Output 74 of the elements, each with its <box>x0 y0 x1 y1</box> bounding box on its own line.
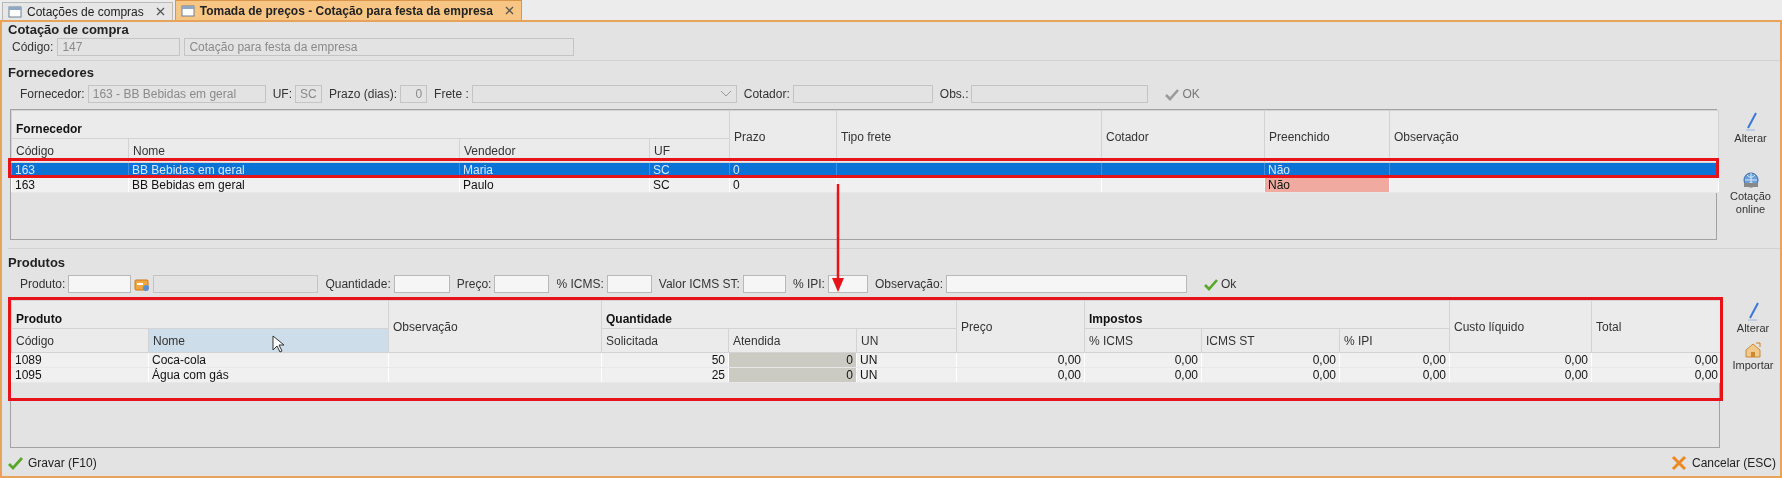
text-field[interactable] <box>742 275 786 293</box>
cancel-button[interactable]: Cancelar (ESC) <box>1670 455 1776 471</box>
check-icon <box>1204 277 1218 291</box>
column-header: Preenchido <box>1264 110 1390 163</box>
edit-button[interactable]: Alterar <box>1724 301 1782 335</box>
column-header: Observação <box>388 300 602 353</box>
field-label: % IPI: <box>792 277 825 291</box>
field-label: Fornecedor: <box>20 87 85 101</box>
column-header: Tipo frete <box>836 110 1102 163</box>
column-header: % IPI <box>1339 328 1450 353</box>
cross-icon <box>1670 455 1687 471</box>
field-label: Preço: <box>456 277 492 291</box>
tab[interactable]: Tomada de preços - Cotação para festa da empresa <box>174 0 522 20</box>
column-group-header: Quantidade <box>601 300 957 329</box>
field-label: Cotador: <box>743 87 790 101</box>
caret-icon <box>719 90 732 98</box>
column-header: Atendida <box>728 328 857 353</box>
text-field[interactable] <box>946 275 1187 293</box>
column-header: Nome <box>148 328 389 353</box>
field-label: Produto: <box>20 277 66 291</box>
table-row[interactable]: 1089 Coca-cola 50 0 UN 0,00 0,00 0,00 0,00 0,00 0,00 <box>11 352 1722 368</box>
field-label: % ICMS: <box>556 277 604 291</box>
section-title: Cotação de compra <box>8 22 130 37</box>
field-label: Código: <box>12 40 54 54</box>
close-icon <box>154 6 166 17</box>
column-header: Custo líquido <box>1449 300 1592 353</box>
text-field[interactable] <box>393 275 450 293</box>
text-field[interactable] <box>494 275 550 293</box>
column-header: Observação <box>1389 110 1719 163</box>
column-group-header: Impostos <box>1084 300 1450 329</box>
table-row[interactable]: 163 BB Bebidas em geral Paulo SC 0 Não <box>11 177 1719 193</box>
lookup-button[interactable] <box>134 276 151 292</box>
close-button[interactable] <box>154 6 166 17</box>
edit-button[interactable]: Alterar <box>1721 111 1780 145</box>
pencil-icon <box>1746 301 1760 321</box>
close-icon <box>503 5 515 16</box>
pencil-icon <box>1743 111 1758 131</box>
field-label: Prazo (dias): <box>329 87 398 101</box>
lookup-icon <box>134 276 151 292</box>
column-header: Solicitada <box>601 328 729 353</box>
check-icon <box>8 456 23 470</box>
tab[interactable]: Cotações de compras <box>2 2 173 20</box>
column-group-header: Fornecedor <box>11 110 730 139</box>
column-header: Total <box>1591 300 1722 353</box>
section-title: Fornecedores <box>8 65 95 80</box>
window-icon <box>8 5 22 18</box>
column-header: Cotador <box>1101 110 1265 163</box>
close-button[interactable] <box>503 5 515 16</box>
cursor-icon <box>272 335 285 353</box>
column-header: Prazo <box>729 110 837 163</box>
section-title: Produtos <box>8 255 67 270</box>
field-label: Valor ICMS ST: <box>658 277 740 291</box>
field-label: Obs.: <box>939 87 969 101</box>
field-label: Observação: <box>874 277 943 291</box>
window-icon <box>180 4 195 17</box>
text-field[interactable] <box>68 275 132 293</box>
column-header: Preço <box>956 300 1085 353</box>
column-header: Código <box>11 328 149 353</box>
field-label: Quantidade: <box>325 277 391 291</box>
check-icon <box>1165 87 1180 101</box>
online-button[interactable]: Cotação online <box>1721 171 1780 216</box>
column-group-header: Produto <box>11 300 389 329</box>
ok-button[interactable]: Ok <box>1204 277 1237 291</box>
column-header: % ICMS <box>1084 328 1202 353</box>
field-label: UF: <box>272 87 293 101</box>
field-label: Frete : <box>434 87 469 101</box>
save-button[interactable]: Gravar (F10) <box>8 456 97 470</box>
column-header: UN <box>856 328 957 353</box>
house-icon <box>1744 341 1762 358</box>
text-field[interactable] <box>606 275 652 293</box>
table-row[interactable]: 1095 Água com gás 25 0 UN 0,00 0,00 0,00 0,00 0,00 0,00 <box>11 367 1722 383</box>
column-header: ICMS ST <box>1201 328 1340 353</box>
import-button[interactable]: Importar <box>1724 341 1782 372</box>
globe-icon <box>1741 171 1760 189</box>
